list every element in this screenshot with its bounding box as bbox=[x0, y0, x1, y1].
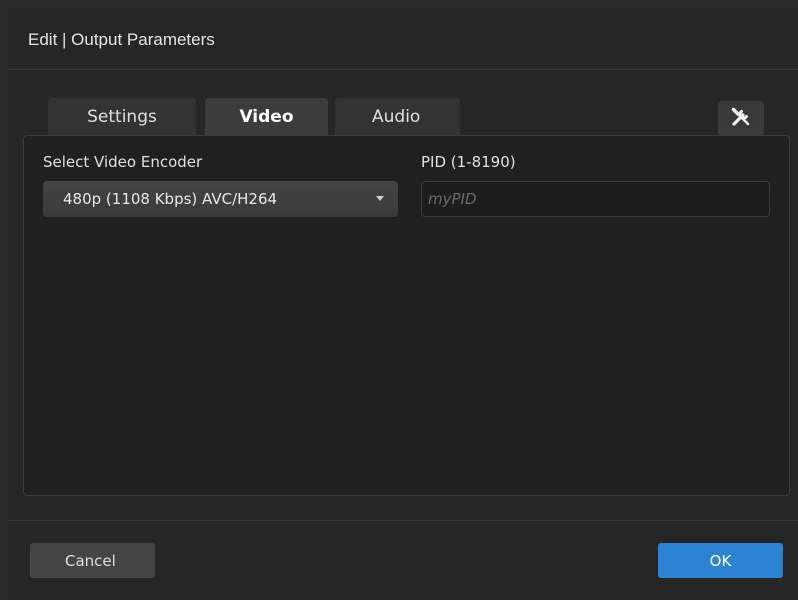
pid-input[interactable] bbox=[421, 181, 770, 217]
footer-divider bbox=[8, 520, 798, 521]
encoder-selected-value: 480p (1108 Kbps) AVC/H264 bbox=[63, 190, 278, 208]
tab-audio[interactable]: Audio bbox=[335, 98, 460, 136]
edit-output-dialog: Edit | Output Parameters Settings Video … bbox=[8, 8, 798, 600]
ok-button[interactable]: OK bbox=[658, 543, 783, 578]
wrench-screwdriver-icon bbox=[730, 106, 752, 132]
tab-video[interactable]: Video bbox=[205, 98, 328, 136]
pid-label: PID (1-8190) bbox=[421, 153, 516, 171]
tab-settings[interactable]: Settings bbox=[48, 98, 196, 136]
dialog-title-bar: Edit | Output Parameters bbox=[8, 8, 798, 70]
chevron-down-icon bbox=[376, 196, 384, 201]
encoder-label: Select Video Encoder bbox=[43, 153, 203, 171]
cancel-button[interactable]: Cancel bbox=[30, 543, 155, 578]
tools-button[interactable] bbox=[718, 101, 764, 136]
dialog-title: Edit | Output Parameters bbox=[28, 30, 215, 49]
video-encoder-select[interactable]: 480p (1108 Kbps) AVC/H264 bbox=[43, 181, 398, 217]
